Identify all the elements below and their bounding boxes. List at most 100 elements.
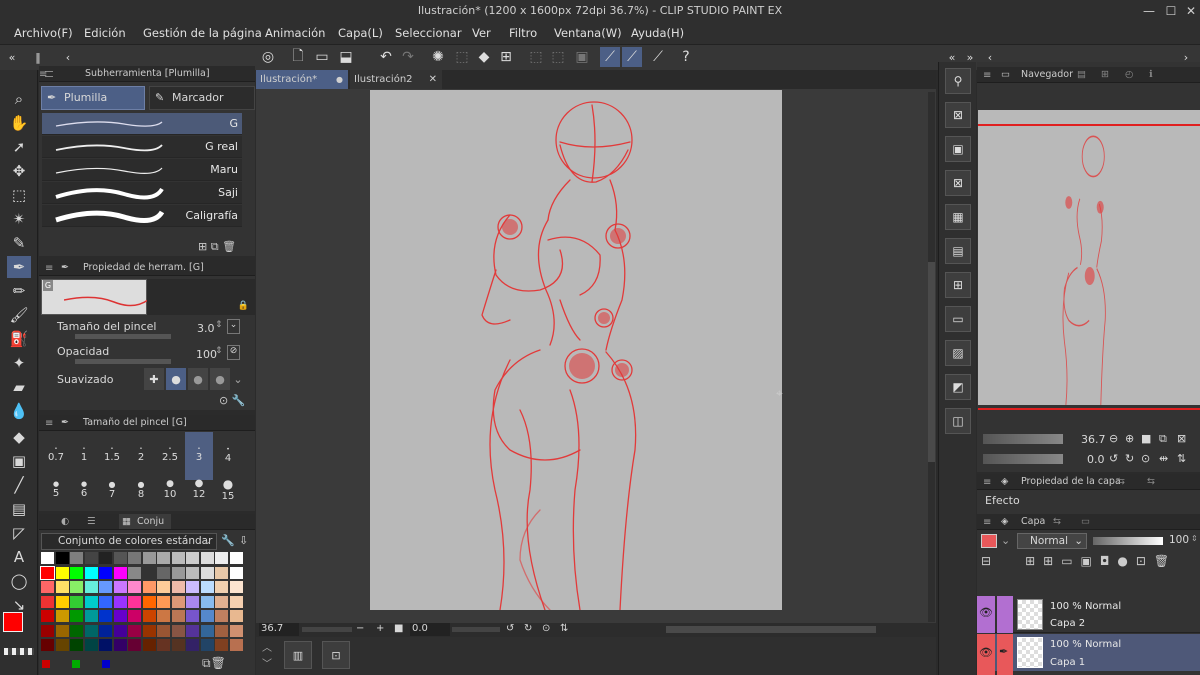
wrench-icon[interactable]: 🔧 xyxy=(232,394,246,407)
horizontal-scrollbar[interactable] xyxy=(666,626,876,633)
color-swatch[interactable] xyxy=(157,566,170,579)
frame-icon[interactable]: ⊡ xyxy=(322,641,350,669)
color-swatch[interactable] xyxy=(55,624,69,637)
import-icon[interactable]: ⇩ xyxy=(239,534,248,547)
color-swatch[interactable] xyxy=(215,639,228,651)
layer-row-capa-1[interactable]: 👁 ✒ 100 % Normal Capa 1 xyxy=(977,634,1200,675)
transparent-color-swatch[interactable] xyxy=(4,648,34,655)
quick-access-icon[interactable]: ⚲ xyxy=(945,68,971,94)
menu-animacion[interactable]: Animación xyxy=(265,26,325,40)
edit-lock-strip[interactable] xyxy=(997,596,1013,633)
zoom-out-icon[interactable]: − xyxy=(356,623,364,634)
color-swatch[interactable] xyxy=(70,624,83,637)
size-cell[interactable]: ● 10 xyxy=(156,470,184,518)
color-swatch[interactable] xyxy=(186,595,199,608)
color-swatch[interactable] xyxy=(113,595,127,608)
size-cell[interactable]: ● 15 xyxy=(214,470,242,518)
duplicate-subtool-icon[interactable]: ⧉ xyxy=(211,240,219,253)
history-tab-icon[interactable]: ◴ xyxy=(1125,67,1133,83)
color-swatch[interactable] xyxy=(55,610,69,622)
zoom-in-icon[interactable]: + xyxy=(376,623,384,634)
tab-marcador[interactable]: ✎ Marcador xyxy=(149,86,255,110)
nav-angle-slider[interactable] xyxy=(983,454,1063,464)
color-swatch[interactable] xyxy=(215,581,228,593)
color-swatch[interactable] xyxy=(99,595,112,608)
color-swatch[interactable] xyxy=(157,624,170,637)
decoration-tool-icon[interactable]: ✦ xyxy=(7,352,31,374)
reference-icon[interactable]: ⊡ xyxy=(1136,554,1146,572)
color-swatch[interactable] xyxy=(41,581,54,593)
menu-gestion-pagina[interactable]: Gestión de la página xyxy=(143,26,262,40)
color-swatch[interactable] xyxy=(99,610,112,622)
operation-tool-icon[interactable]: ➚ xyxy=(7,136,31,158)
layer-opacity-slider[interactable] xyxy=(1093,537,1163,545)
rotate-left-icon[interactable]: ↺ xyxy=(1109,452,1118,465)
close-icon[interactable]: ✕ xyxy=(1180,2,1200,20)
color-swatch[interactable] xyxy=(171,595,185,608)
color-swatch[interactable] xyxy=(41,624,54,637)
cmd-icon-2[interactable]: ▣ xyxy=(945,136,971,162)
color-swatch[interactable] xyxy=(171,552,185,564)
color-swatch[interactable] xyxy=(157,595,170,608)
fill-icon[interactable]: ◆ xyxy=(474,47,494,67)
flip-vertical-icon[interactable]: ⇅ xyxy=(1177,452,1186,465)
main-color-swatch[interactable] xyxy=(3,612,23,632)
color-swatch[interactable] xyxy=(99,581,112,593)
color-swatch[interactable] xyxy=(128,595,141,608)
zoom-out-icon[interactable]: ⊖ xyxy=(1109,432,1118,445)
color-swatch[interactable] xyxy=(128,624,141,637)
smoothing-presets[interactable]: ✚ ● ● ● ⌄ xyxy=(144,368,244,390)
chevron-down-icon[interactable]: ⌄ xyxy=(232,368,244,390)
brush-tool-icon[interactable]: 🖌 xyxy=(7,304,31,326)
color-swatch[interactable] xyxy=(84,624,98,637)
maximize-icon[interactable]: ☐ xyxy=(1160,2,1182,20)
frame-border-icon[interactable]: ▤ xyxy=(7,498,31,520)
invert-selection-icon[interactable]: ⬚ xyxy=(548,47,568,67)
new-file-icon[interactable]: 🗋 xyxy=(288,47,308,67)
grid-snap-icon[interactable]: ⟋ xyxy=(648,47,668,67)
pressure-icon[interactable]: ⌄ xyxy=(227,319,240,334)
deselect-icon[interactable]: ⬚ xyxy=(526,47,546,67)
color-swatch[interactable] xyxy=(113,639,127,651)
color-swatch[interactable] xyxy=(142,610,156,622)
layer-color-swatch[interactable] xyxy=(981,534,997,548)
color-swatch[interactable] xyxy=(41,552,54,564)
layer-row-capa-2[interactable]: 👁 100 % Normal Capa 2 xyxy=(977,596,1200,633)
edit-lock-strip[interactable]: ✒ xyxy=(997,634,1013,675)
chevron-up-icon[interactable]: ︿ xyxy=(262,639,272,654)
page-manager-icon[interactable]: ▥ xyxy=(284,641,312,669)
panel-toggle-icon[interactable]: ‖ xyxy=(28,47,48,67)
drawing-canvas[interactable] xyxy=(370,90,782,611)
color-swatch[interactable] xyxy=(171,610,185,622)
lock-icon[interactable]: 🔒 xyxy=(238,301,249,311)
ruler-tool-icon[interactable]: ◸ xyxy=(7,522,31,544)
gradient-tool-icon[interactable]: ▣ xyxy=(7,450,31,472)
color-swatch[interactable] xyxy=(229,610,243,622)
mask-icon[interactable]: ▣ xyxy=(1081,554,1092,572)
new-vector-layer-icon[interactable]: ⊞ xyxy=(1043,554,1053,572)
color-swatch[interactable] xyxy=(41,595,54,608)
color-swatch[interactable] xyxy=(113,581,127,593)
color-swatch[interactable] xyxy=(128,566,141,579)
color-swatch[interactable] xyxy=(99,639,112,651)
figure-tool-icon[interactable]: ╱ xyxy=(7,474,31,496)
brush-size-slider[interactable] xyxy=(75,334,171,339)
color-swatch[interactable] xyxy=(142,639,156,651)
recent-color-blue[interactable] xyxy=(102,660,110,668)
layer-opacity-value[interactable]: 100 xyxy=(1169,534,1189,546)
brush-item-caligrafia[interactable]: Caligrafía xyxy=(42,205,242,227)
reset-rotation-icon[interactable]: ⊙ xyxy=(1141,452,1150,465)
opacity-options-icon[interactable]: ⊘ xyxy=(227,345,240,360)
new-raster-layer-icon[interactable]: ⊞ xyxy=(1025,554,1035,572)
move-layer-icon[interactable]: ✥ xyxy=(7,160,31,182)
clip-icon[interactable]: ● xyxy=(1117,554,1127,572)
color-swatch[interactable] xyxy=(215,624,228,637)
color-swatch[interactable] xyxy=(128,552,141,564)
color-swatch[interactable] xyxy=(229,624,243,637)
color-swatch[interactable] xyxy=(200,581,214,593)
color-swatch[interactable] xyxy=(55,639,69,651)
color-swatch[interactable] xyxy=(186,552,199,564)
auto-select-icon[interactable]: ✴ xyxy=(7,208,31,230)
smoothing-level-2-icon[interactable]: ● xyxy=(188,368,208,390)
add-subtool-icon[interactable]: ⊞ xyxy=(198,240,207,253)
